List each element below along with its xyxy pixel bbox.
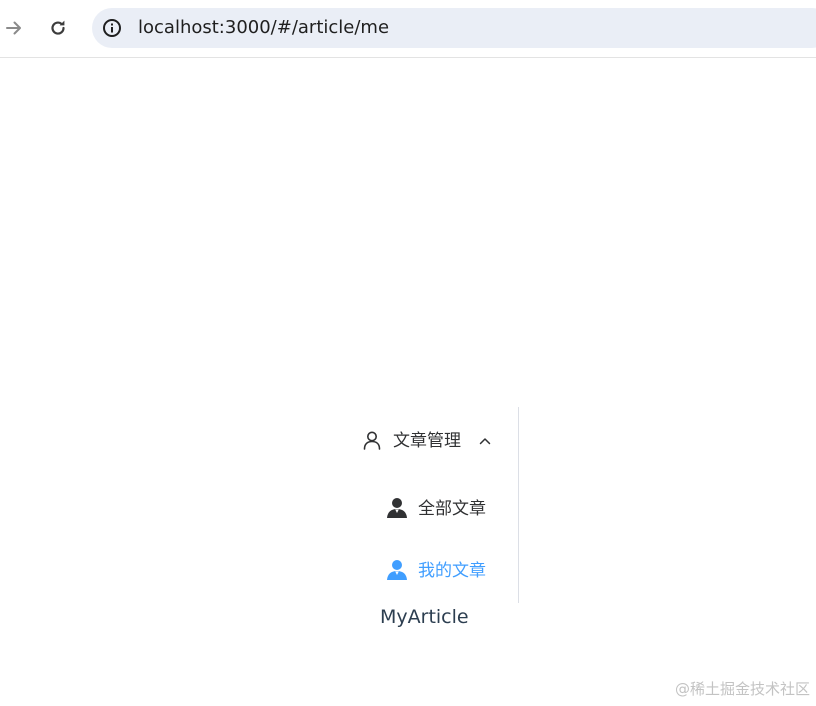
- menu-item-all-articles[interactable]: 全部文章: [340, 481, 518, 537]
- side-menu: 文章管理 全部文章 我的文章: [340, 407, 519, 603]
- reload-button[interactable]: [40, 9, 76, 47]
- page-content: MyArticle: [380, 606, 469, 628]
- menu-item-label: 我的文章: [418, 561, 486, 581]
- watermark: @稀土掘金技术社区: [674, 680, 810, 698]
- forward-button[interactable]: [0, 9, 32, 47]
- browser-toolbar: localhost:3000/#/article/me: [0, 0, 816, 58]
- submenu-article-management[interactable]: 文章管理: [340, 407, 518, 475]
- user-solid-icon: [387, 498, 407, 518]
- arrow-right-icon: [6, 21, 21, 35]
- user-solid-icon: [387, 560, 407, 580]
- submenu-title-label: 文章管理: [393, 431, 461, 451]
- chevron-up-icon: [479, 438, 491, 445]
- site-info-button[interactable]: [100, 16, 124, 40]
- address-bar[interactable]: localhost:3000/#/article/me: [92, 8, 816, 48]
- url-text[interactable]: localhost:3000/#/article/me: [138, 17, 389, 39]
- info-circle-icon: [103, 19, 121, 37]
- user-outline-icon: [363, 431, 381, 450]
- menu-item-label: 全部文章: [418, 499, 486, 519]
- reload-icon: [51, 20, 65, 35]
- menu-item-my-articles[interactable]: 我的文章: [340, 543, 518, 599]
